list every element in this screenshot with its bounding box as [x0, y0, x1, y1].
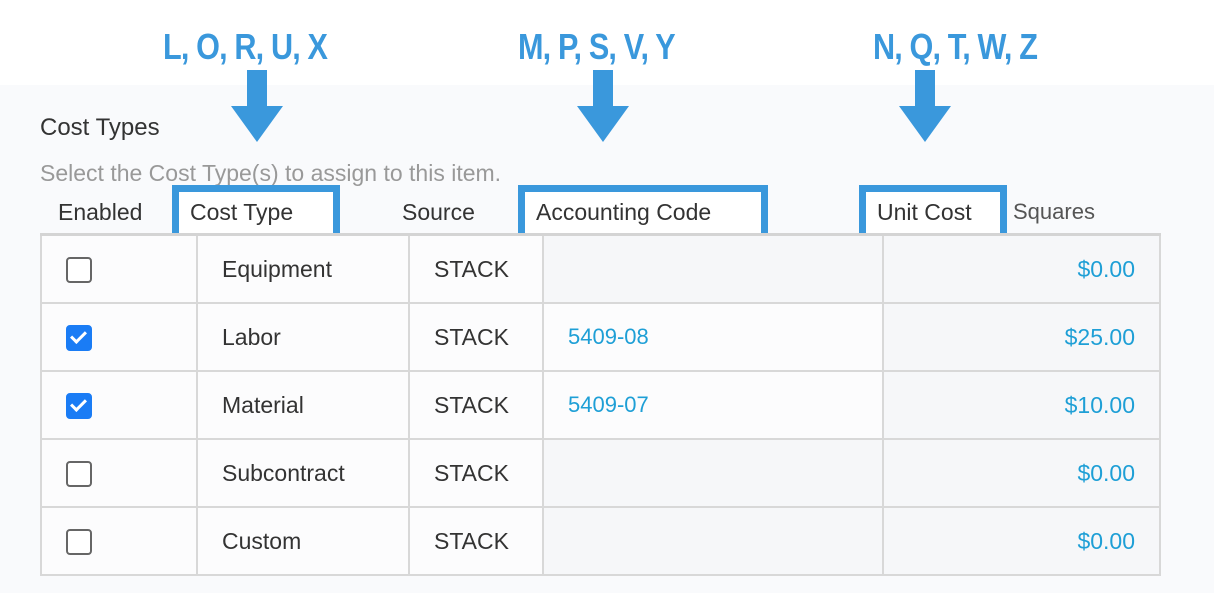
- source-cell: STACK: [408, 233, 544, 304]
- header-cost-type: Cost Type: [190, 199, 294, 225]
- arrow-down-icon: [577, 70, 629, 142]
- table-row: Custom STACK $0.00: [40, 506, 1161, 576]
- enabled-cell: [40, 233, 198, 304]
- cost-type-cell: Material: [196, 370, 410, 440]
- table-row: Material STACK 5409-07 $10.00: [40, 370, 1161, 440]
- source-cell: STACK: [408, 438, 544, 508]
- cost-types-table: Equipment STACK $0.00 Labor STACK 5409-0…: [40, 233, 1161, 576]
- enabled-cell: [40, 506, 198, 576]
- header-unit-suffix: Squares: [1013, 199, 1095, 224]
- cost-type-cell: Equipment: [196, 233, 410, 304]
- table-row: Equipment STACK $0.00: [40, 233, 1161, 304]
- annotation-label-unit-cost: N, Q, T, W, Z: [873, 26, 1038, 67]
- source-cell: STACK: [408, 370, 544, 440]
- accounting-code-input[interactable]: 5409-08: [542, 302, 884, 372]
- unit-cost-input[interactable]: $0.00: [882, 233, 1161, 304]
- cost-type-cell: Subcontract: [196, 438, 410, 508]
- enabled-checkbox[interactable]: [66, 460, 92, 487]
- enabled-checkbox[interactable]: [66, 392, 92, 419]
- accounting-code-input[interactable]: [542, 438, 884, 508]
- header-enabled: Enabled: [58, 199, 143, 225]
- table-row: Subcontract STACK $0.00: [40, 438, 1161, 508]
- enabled-cell: [40, 302, 198, 372]
- source-cell: STACK: [408, 302, 544, 372]
- unit-cost-input[interactable]: $10.00: [882, 370, 1161, 440]
- enabled-cell: [40, 438, 198, 508]
- enabled-checkbox[interactable]: [66, 256, 92, 283]
- enabled-cell: [40, 370, 198, 440]
- accounting-code-input[interactable]: [542, 506, 884, 576]
- unit-cost-input[interactable]: $0.00: [882, 506, 1161, 576]
- section-title: Cost Types: [40, 114, 160, 141]
- arrow-down-icon: [231, 70, 283, 142]
- accounting-code-input[interactable]: 5409-07: [542, 370, 884, 440]
- enabled-checkbox[interactable]: [66, 528, 92, 555]
- header-accounting-code: Accounting Code: [536, 199, 712, 225]
- enabled-checkbox[interactable]: [66, 324, 92, 351]
- source-cell: STACK: [408, 506, 544, 576]
- accounting-code-input[interactable]: [542, 233, 884, 304]
- unit-cost-input[interactable]: $25.00: [882, 302, 1161, 372]
- header-unit-cost: Unit Cost: [877, 199, 972, 225]
- annotation-label-cost-type: L, O, R, U, X: [163, 26, 328, 67]
- annotation-label-accounting-code: M, P, S, V, Y: [518, 26, 676, 67]
- table-row: Labor STACK 5409-08 $25.00: [40, 302, 1161, 372]
- arrow-down-icon: [899, 70, 951, 142]
- unit-cost-input[interactable]: $0.00: [882, 438, 1161, 508]
- cost-type-cell: Labor: [196, 302, 410, 372]
- cost-type-cell: Custom: [196, 506, 410, 576]
- header-source: Source: [402, 199, 475, 225]
- section-subtitle: Select the Cost Type(s) to assign to thi…: [40, 160, 502, 186]
